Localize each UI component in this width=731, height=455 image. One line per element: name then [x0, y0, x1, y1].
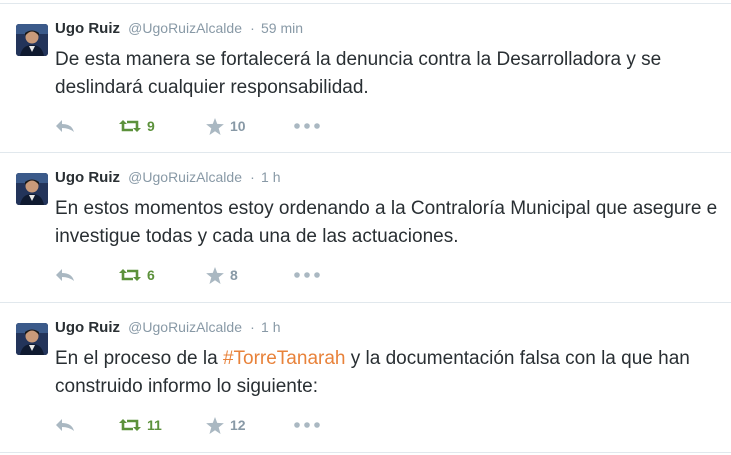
fullname[interactable]: Ugo Ruiz [55, 20, 120, 37]
more-button[interactable] [294, 415, 320, 435]
avatar[interactable] [16, 24, 48, 56]
username[interactable]: @UgoRuizAlcalde [128, 20, 242, 36]
reply-icon [56, 419, 74, 431]
timestamp[interactable]: 1 h [261, 319, 280, 335]
tweet-header: Ugo Ruiz @UgoRuizAlcalde · 1 h [55, 317, 280, 338]
tweet-text: De esta manera se fortalecerá la denunci… [55, 49, 662, 98]
favorite-button[interactable]: 12 [206, 415, 246, 435]
tweet-actions: 6 8 [55, 265, 355, 285]
reply-icon [56, 120, 74, 132]
star-icon [206, 266, 224, 284]
separator-dot: · [250, 319, 255, 335]
reply-button[interactable] [55, 415, 75, 435]
more-dots-icon [294, 123, 320, 129]
avatar-image [16, 323, 48, 355]
timestamp[interactable]: 59 min [261, 20, 303, 36]
retweet-icon [119, 120, 141, 132]
fullname[interactable]: Ugo Ruiz [55, 169, 120, 186]
tweet[interactable]: Ugo Ruiz @UgoRuizAlcalde · 1 h En estos … [0, 153, 731, 303]
retweet-button[interactable]: 9 [119, 116, 155, 136]
tweet-text: En estos momentos estoy ordenando a la C… [55, 198, 718, 247]
avatar[interactable] [16, 173, 48, 205]
tweet[interactable]: Ugo Ruiz @UgoRuizAlcalde · 59 min De est… [0, 3, 731, 153]
favorite-count: 12 [230, 417, 246, 433]
tweet-header: Ugo Ruiz @UgoRuizAlcalde · 1 h [55, 167, 280, 188]
hashtag-link[interactable]: #TorreTanarah [223, 348, 346, 369]
favorite-count: 8 [230, 267, 238, 283]
fullname[interactable]: Ugo Ruiz [55, 319, 120, 336]
avatar[interactable] [16, 323, 48, 355]
tweet-text: En el proceso de la #TorreTanarah y la d… [55, 345, 720, 401]
more-dots-icon [294, 422, 320, 428]
timestamp[interactable]: 1 h [261, 169, 280, 185]
retweet-button[interactable]: 6 [119, 265, 155, 285]
retweet-button[interactable]: 11 [119, 415, 162, 435]
retweet-icon [119, 419, 141, 431]
favorite-count: 10 [230, 118, 246, 134]
star-icon [206, 416, 224, 434]
separator-dot: · [250, 169, 255, 185]
reply-icon [56, 269, 74, 281]
retweet-icon [119, 269, 141, 281]
favorite-button[interactable]: 8 [206, 265, 238, 285]
tweet-actions: 11 12 [55, 415, 355, 435]
username[interactable]: @UgoRuizAlcalde [128, 319, 242, 335]
reply-button[interactable] [55, 265, 75, 285]
tweet[interactable]: Ugo Ruiz @UgoRuizAlcalde · 1 h En el pro… [0, 303, 731, 453]
separator-dot: · [250, 20, 255, 36]
favorite-button[interactable]: 10 [206, 116, 246, 136]
star-icon [206, 117, 224, 135]
username[interactable]: @UgoRuizAlcalde [128, 169, 242, 185]
tweet-actions: 9 10 [55, 116, 355, 136]
reply-button[interactable] [55, 116, 75, 136]
retweet-count: 6 [147, 267, 155, 283]
avatar-image [16, 24, 48, 56]
more-button[interactable] [294, 116, 320, 136]
retweet-count: 11 [147, 417, 162, 433]
tweet-header: Ugo Ruiz @UgoRuizAlcalde · 59 min [55, 18, 303, 39]
avatar-image [16, 173, 48, 205]
tweet-text-before: En el proceso de la [55, 348, 223, 369]
more-dots-icon [294, 272, 320, 278]
retweet-count: 9 [147, 118, 155, 134]
tweet-timeline: Ugo Ruiz @UgoRuizAlcalde · 59 min De est… [0, 0, 731, 455]
more-button[interactable] [294, 265, 320, 285]
